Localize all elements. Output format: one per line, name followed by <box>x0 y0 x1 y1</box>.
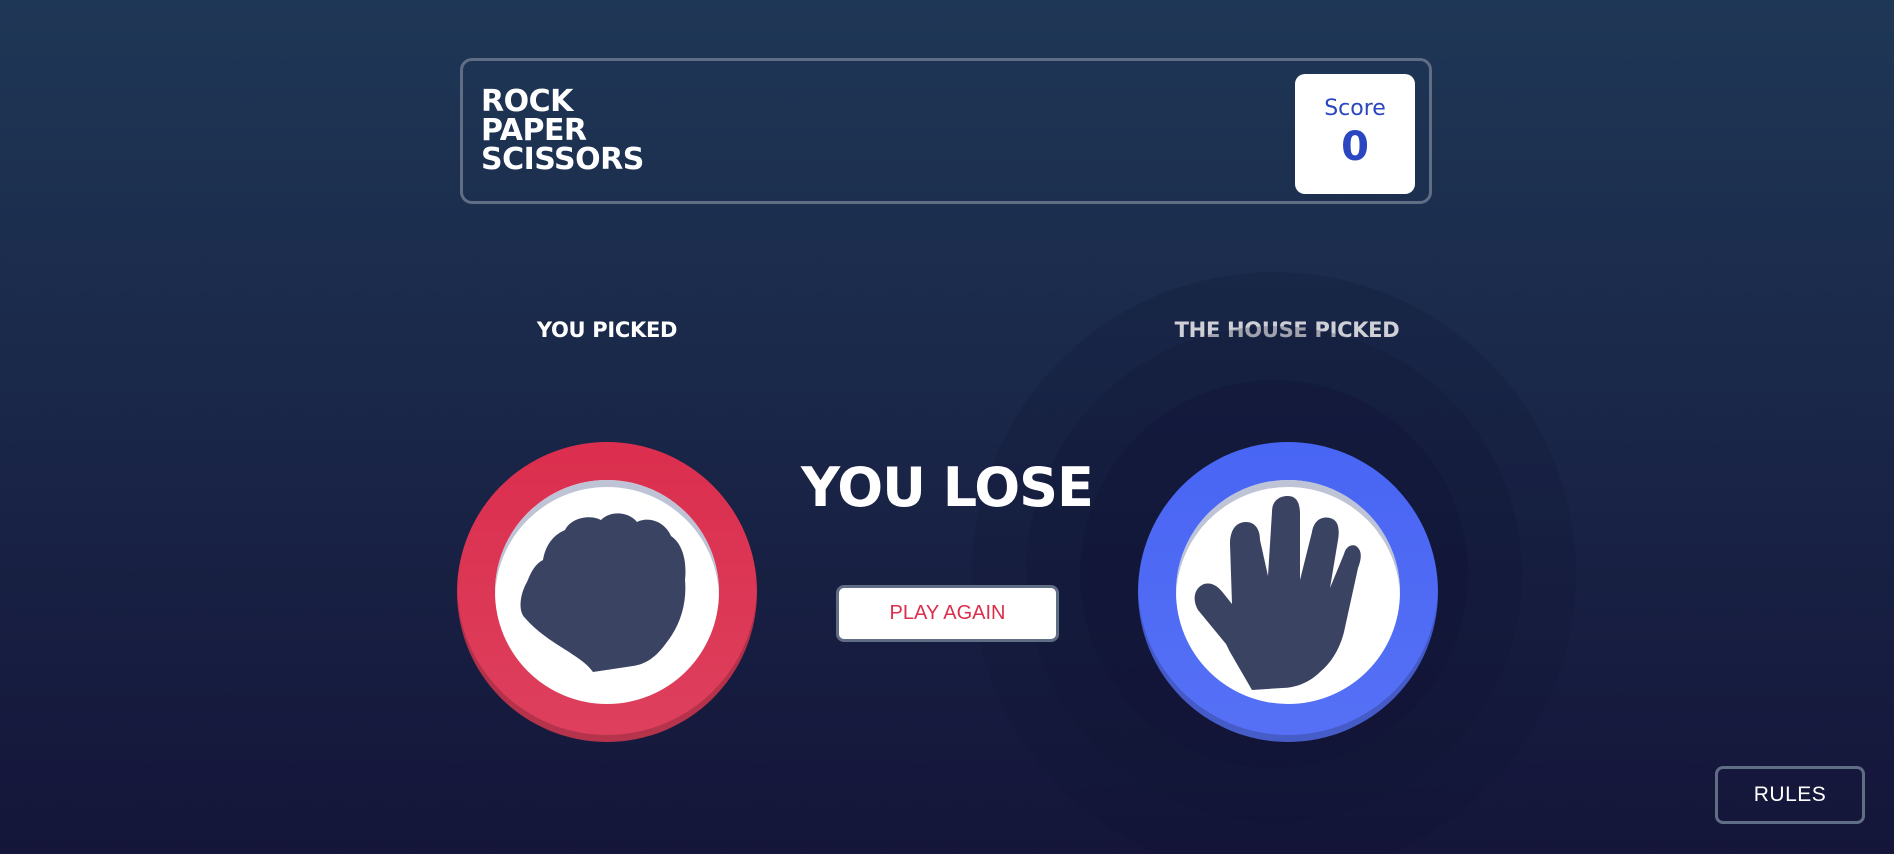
rules-button[interactable]: RULES <box>1715 766 1865 824</box>
you-picked-label: YOU PICKED <box>536 318 678 342</box>
paper-hand-icon <box>1194 496 1361 690</box>
token-face <box>1176 480 1400 704</box>
title-line-rock: ROCK <box>481 84 573 119</box>
game-title: ROCK PAPER SCISSORS <box>481 84 644 177</box>
result-text: YOU LOSE <box>801 456 1094 519</box>
title-line-scissors: SCISSORS <box>481 142 644 177</box>
token-face <box>495 480 719 704</box>
player-choice-rock <box>457 442 757 742</box>
title-line-paper: PAPER <box>481 113 587 148</box>
play-again-button[interactable]: PLAY AGAIN <box>836 585 1059 642</box>
game-header: ROCK PAPER SCISSORS Score 0 <box>460 58 1432 204</box>
rock-hand-icon <box>520 513 686 672</box>
score-box: Score 0 <box>1295 74 1415 194</box>
score-value: 0 <box>1341 124 1369 170</box>
house-choice-paper <box>1138 442 1438 742</box>
score-label: Score <box>1324 96 1386 121</box>
